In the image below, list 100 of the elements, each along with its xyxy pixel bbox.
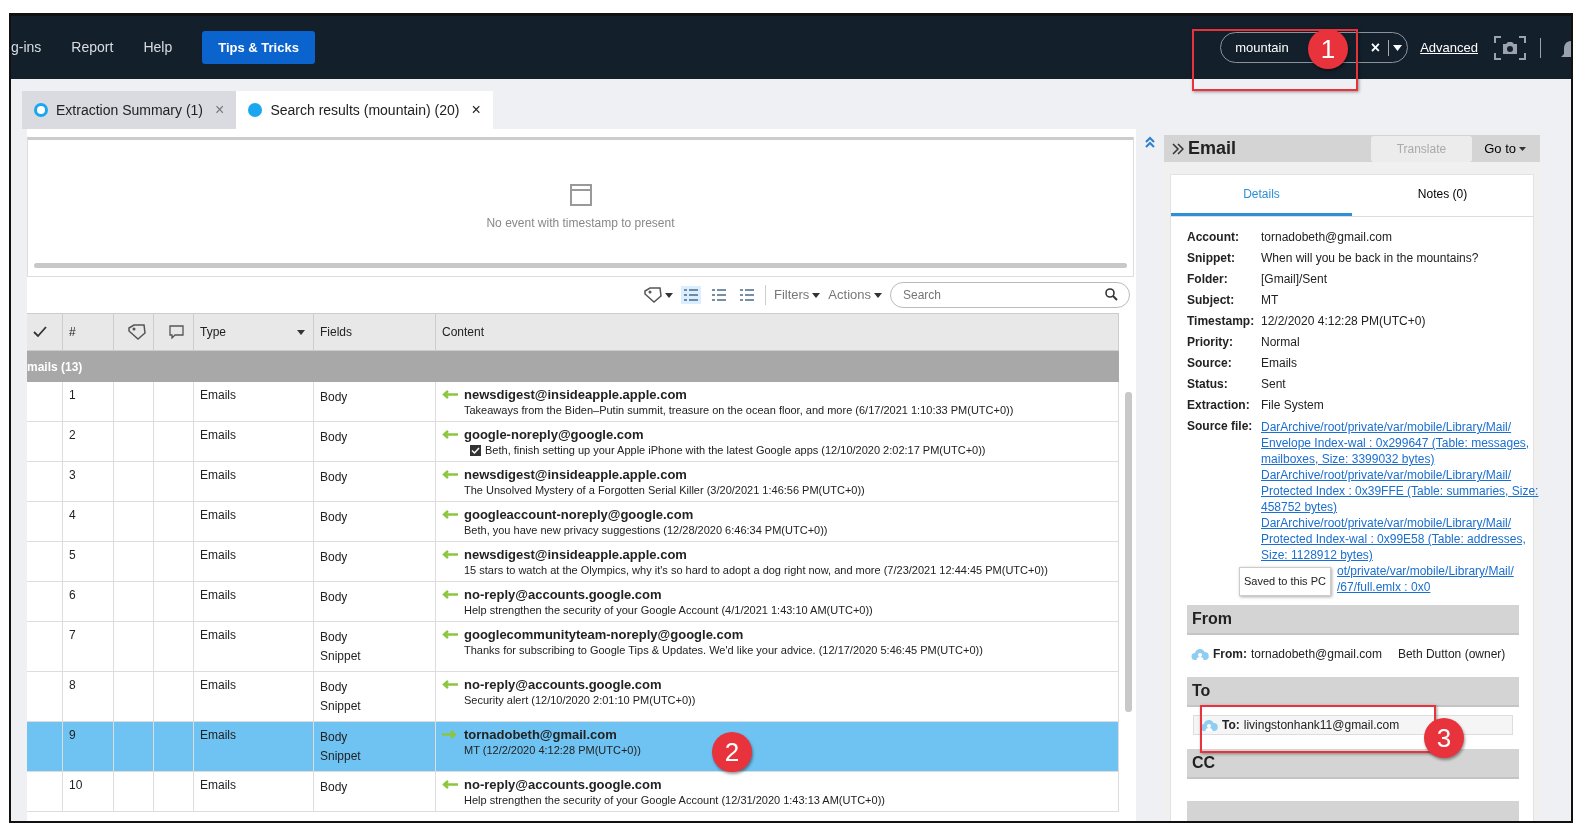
- source-file-link[interactable]: Protected Index-wal : 0x99E58 (Table: addresses,: [1261, 531, 1539, 547]
- table-row[interactable]: 10 Emails Body no-reply@accounts.google.com Help strengthen the security of your Google Account (12/31/2020 1:43:13 AM(UTC+0)): [27, 772, 1119, 812]
- source-file-link[interactable]: 458752 bytes): [1261, 499, 1539, 515]
- table-cell: Emails: [194, 622, 314, 671]
- timeline-message: No event with timestamp to present: [486, 215, 675, 232]
- field-label: Source file:: [1187, 418, 1254, 435]
- email-snippet: Beth, finish setting up your Apple iPhone with the latest Google apps (12/10/2020 2:02:17 PM(UTC+0)): [485, 443, 986, 458]
- table-row[interactable]: 7 Emails Body Snippet googlecommunityteam-noreply@google.com Thanks for subscribing to Google Tips & Updates. We'd like your advice. (12/17/2020 5:46:45 PM(UTC+0)): [27, 622, 1119, 672]
- table-cell: 6: [63, 582, 114, 621]
- table-cell: Body: [314, 582, 436, 621]
- source-file-link[interactable]: mailboxes, Size: 3399032 bytes): [1261, 451, 1539, 467]
- menu-item[interactable]: g-ins: [11, 37, 42, 58]
- sender-address: no-reply@accounts.google.com: [464, 676, 662, 693]
- email-snippet: MT (12/2/2020 4:12:28 PM(UTC+0)): [464, 743, 641, 758]
- source-file-link[interactable]: DarArchive/root/private/var/mobile/Library/Mail/: [1261, 467, 1539, 483]
- email-snippet: 15 stars to watch at the Olympics, why it's so hard to adopt a dog right now, and more (7/23/2021 12:44:45 PM(UTC+0)): [464, 563, 1048, 578]
- table-row[interactable]: 3 Emails Body newsdigest@insideapple.apple.com The Unsolved Mystery of a Forgotten Serial Killer (3/20/2021 1:46:56 PM(UTC+0)): [27, 462, 1119, 502]
- actions-dropdown[interactable]: Actions: [828, 285, 882, 305]
- table-row[interactable]: 5 Emails Body newsdigest@insideapple.apple.com 15 stars to watch at the Olympics, why it's so hard to adopt a dog right now, and more (7/23/2021 12:44:45 PM(UTC+0)): [27, 542, 1119, 582]
- source-file-link[interactable]: Envelope Index-wal : 0x299647 (Table: messages,: [1261, 435, 1539, 451]
- table-cell: Emails: [194, 542, 314, 581]
- calendar-icon: [569, 184, 592, 206]
- email-snippet: Help strengthen the security of your Google Account (12/31/2020 1:43:13 AM(UTC+0)): [464, 793, 885, 808]
- column-header[interactable]: #: [63, 314, 114, 350]
- sender-address: googlecommunityteam-noreply@google.com: [464, 626, 744, 643]
- sender-address: google-noreply@google.com: [464, 426, 644, 443]
- column-header[interactable]: Fields: [314, 314, 436, 350]
- table-row[interactable]: 6 Emails Body no-reply@accounts.google.com Help strengthen the security of your Google Account (4/1/2021 1:43:10 AM(UTC+0)): [27, 582, 1119, 622]
- collapse-up-icon[interactable]: [1144, 135, 1156, 149]
- table-cell: Body Snippet: [314, 722, 436, 771]
- table-cell: 9: [63, 722, 114, 771]
- clear-button[interactable]: ×: [1366, 35, 1385, 60]
- dropdown-caret-icon[interactable]: [664, 292, 673, 298]
- search-field[interactable]: Search: [890, 282, 1130, 308]
- details-tab[interactable]: Notes (0): [1352, 175, 1533, 216]
- dropdown-caret-icon: [874, 292, 882, 298]
- field-label: Account:: [1187, 229, 1240, 246]
- checkmark-icon[interactable]: [33, 326, 47, 338]
- vertical-scrollbar[interactable]: [1125, 392, 1132, 712]
- close-tab-button[interactable]: ×: [467, 98, 481, 122]
- column-header[interactable]: Type: [194, 314, 314, 350]
- list-view-icon[interactable]: [680, 286, 701, 304]
- column-header[interactable]: Content: [436, 314, 1119, 350]
- panel-title: Email: [1188, 137, 1237, 160]
- tips-button[interactable]: Tips & Tricks: [202, 30, 315, 65]
- dropdown-caret-icon[interactable]: [1393, 44, 1403, 51]
- table-cell: 4: [63, 502, 114, 541]
- field-value: MT: [1261, 292, 1279, 309]
- tab-status-icon: [248, 103, 263, 117]
- dropdown-caret-icon: [812, 292, 821, 298]
- field-label: Status:: [1187, 376, 1229, 393]
- dropdown-caret-icon: [1519, 146, 1526, 151]
- table-row[interactable]: 1 Emails Body newsdigest@insideapple.apple.com Takeaways from the Biden–Putin summit, treasure on the ocean floor, and more (6/17/2021 1:10:33 PM(UTC+0)): [27, 382, 1119, 422]
- source-file-link[interactable]: DarArchive/root/private/var/mobile/Library/Mail/: [1261, 515, 1539, 531]
- email-snippet: Thanks for subscribing to Google Tips & Updates. We'd like your advice. (12/17/2020 5:46:45 PM(UTC+0)): [464, 643, 983, 658]
- document-tab[interactable]: Search results (mountain) (20) ×: [236, 91, 493, 129]
- table-cell: 10: [63, 772, 114, 811]
- sender-address: no-reply@accounts.google.com: [464, 586, 662, 603]
- table-cell: 3: [63, 462, 114, 501]
- email-snippet: Security alert (12/10/2020 2:01:10 PM(UTC+0)): [464, 693, 696, 708]
- table-cell: 5: [63, 542, 114, 581]
- table-cell: Body Snippet: [314, 622, 436, 671]
- table-cell: Emails: [194, 772, 314, 811]
- sender-address: tornadobeth@gmail.com: [1251, 646, 1382, 663]
- horizontal-scrollbar[interactable]: [34, 263, 1127, 268]
- field-label: Extraction:: [1187, 397, 1251, 414]
- menu-item[interactable]: Report: [71, 37, 114, 58]
- filters-dropdown[interactable]: Filters: [773, 285, 821, 305]
- cloud-user-icon: [1200, 718, 1218, 732]
- sender-address: newsdigest@insideapple.apple.com: [464, 386, 687, 403]
- search-icon[interactable]: [1105, 288, 1118, 301]
- from-label: From:: [1213, 646, 1247, 663]
- table-cell: Body: [314, 502, 436, 541]
- table-cell: 7: [63, 622, 114, 671]
- source-file-link[interactable]: Size: 1128912 bytes): [1261, 547, 1539, 563]
- document-tab[interactable]: Extraction Summary (1) ×: [22, 91, 237, 129]
- comment-icon[interactable]: [169, 325, 184, 339]
- camera-icon[interactable]: [1494, 35, 1526, 60]
- go-to-button[interactable]: Go to: [1478, 137, 1532, 160]
- tag-icon[interactable]: [127, 324, 146, 340]
- menu-item[interactable]: Help: [143, 37, 173, 58]
- source-file-link[interactable]: Protected Index : 0x39FFE (Table: summaries, Size:: [1261, 483, 1539, 499]
- field-value: [Gmail]/Sent: [1261, 271, 1328, 288]
- tag-icon[interactable]: [643, 287, 662, 303]
- sender-address: tornadobeth@gmail.com: [464, 726, 617, 743]
- advanced-link[interactable]: Advanced: [1420, 37, 1478, 58]
- tab-label: Extraction Summary (1): [56, 100, 204, 120]
- table-row[interactable]: 4 Emails Body googleaccount-noreply@google.com Beth, you have new privacy suggestions (12/28/2020 6:46:34 PM(UTC+0)): [27, 502, 1119, 542]
- recipient-address: livingstonhank11@gmail.com: [1243, 717, 1400, 734]
- source-file-link[interactable]: DarArchive/root/private/var/mobile/Library/Mail/: [1261, 419, 1539, 435]
- sort-caret-icon[interactable]: [297, 329, 305, 335]
- sender-address: newsdigest@insideapple.apple.com: [464, 466, 687, 483]
- to-label: To:: [1222, 717, 1240, 734]
- details-tab[interactable]: Details: [1171, 175, 1352, 216]
- table-cell: Body: [314, 382, 436, 421]
- expand-icon[interactable]: [1172, 142, 1184, 155]
- section-header: To: [1187, 677, 1519, 707]
- table-row[interactable]: 2 Emails Body google-noreply@google.com Beth, finish setting up your Apple iPhone with the latest Google apps (12/10/2020 2:02:17 PM(UTC+0)): [27, 422, 1119, 462]
- table-cell: Emails: [194, 502, 314, 541]
- field-label: Source:: [1187, 355, 1233, 372]
